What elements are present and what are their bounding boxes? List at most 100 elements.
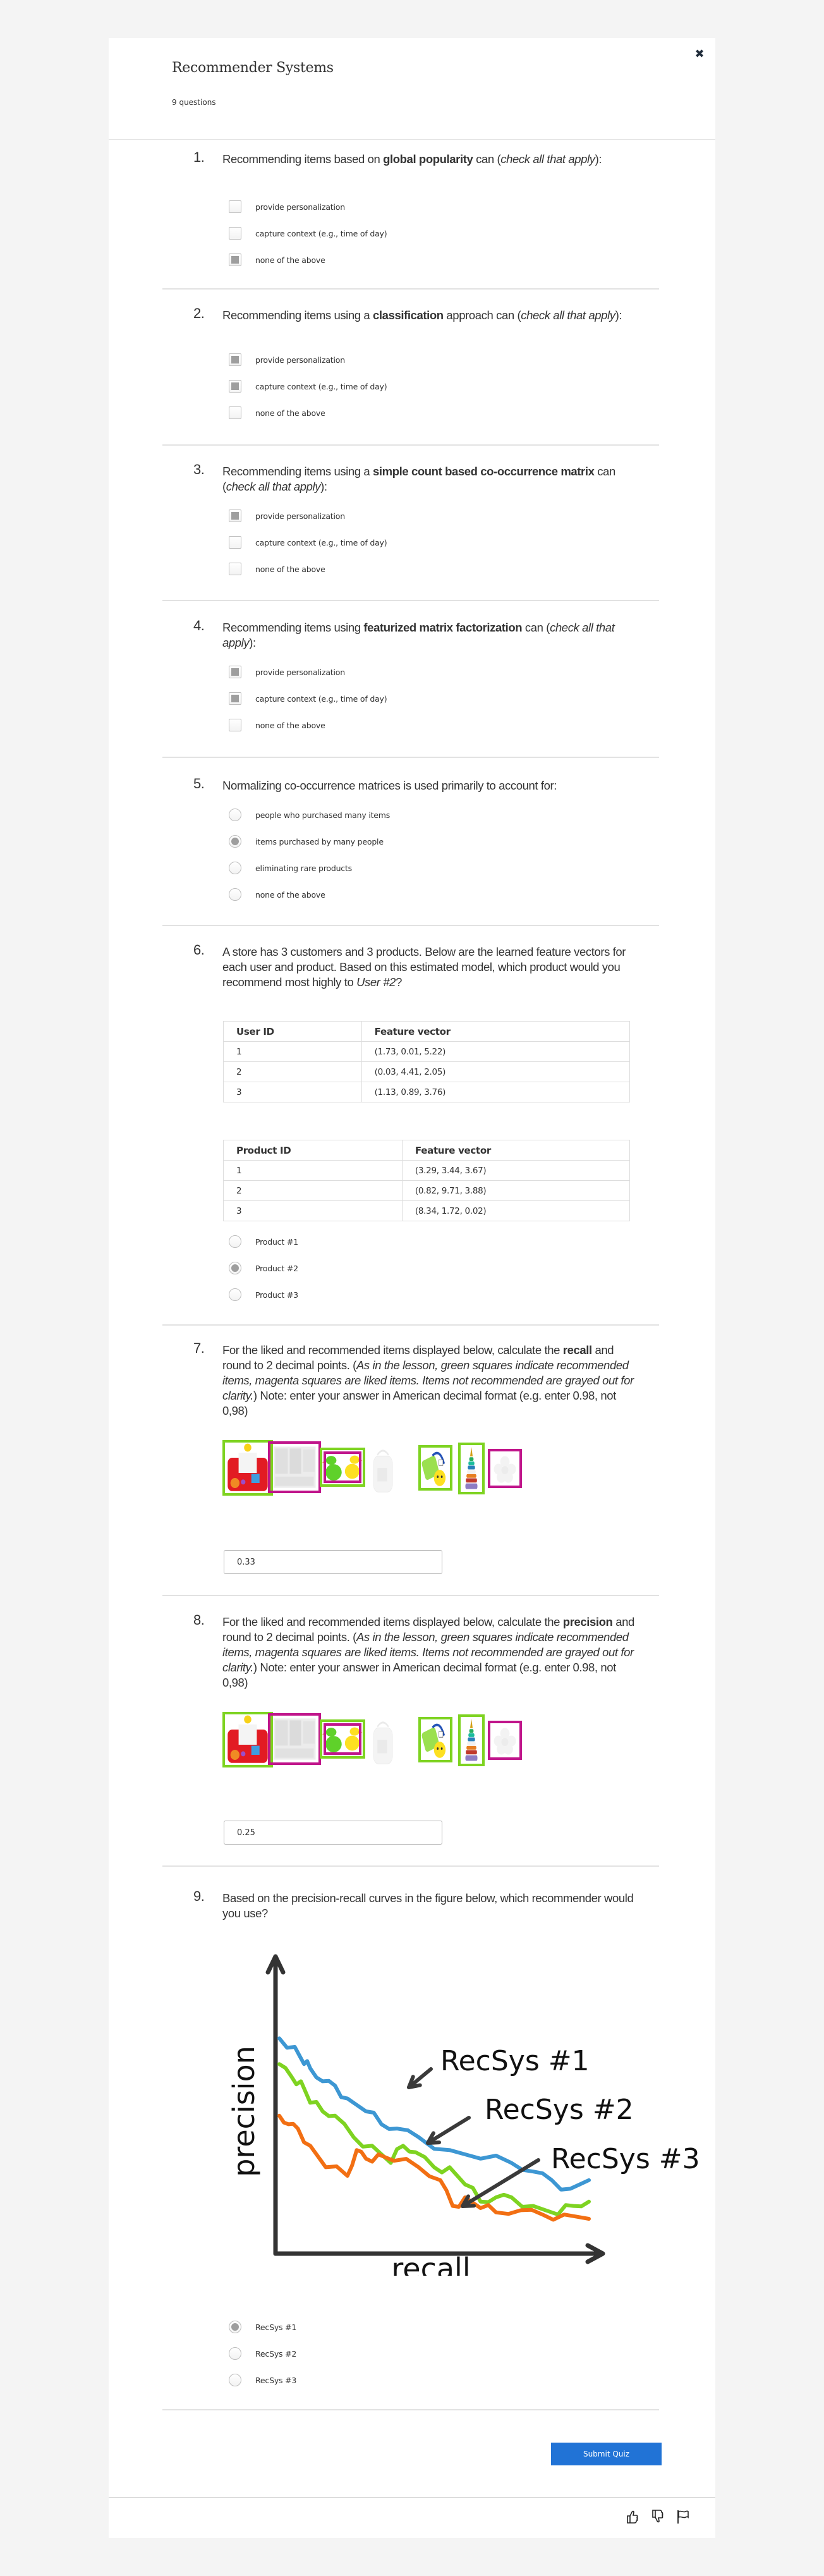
radio-button[interactable] bbox=[229, 809, 241, 821]
submit-quiz-button[interactable]: Submit Quiz bbox=[551, 2443, 662, 2465]
checkbox-option[interactable]: capture context (e.g., time of day) bbox=[227, 535, 387, 550]
checkbox-option[interactable]: none of the above bbox=[227, 252, 325, 267]
table-cell: 2 bbox=[223, 1061, 362, 1082]
radio-option[interactable]: Product #3 bbox=[227, 1287, 298, 1302]
question-text-part: ) Note: enter your answer in American de… bbox=[222, 1661, 616, 1689]
radio-option[interactable]: eliminating rare products bbox=[227, 860, 352, 876]
stacking-rings-image bbox=[465, 1446, 478, 1489]
checkbox-option[interactable]: capture context (e.g., time of day) bbox=[227, 691, 387, 706]
baby-photo-book-thumbnail bbox=[369, 1446, 397, 1494]
checkbox[interactable] bbox=[229, 536, 241, 549]
checkbox[interactable] bbox=[229, 227, 241, 240]
question-text-part: Based on the precision-recall curves in … bbox=[222, 1891, 634, 1920]
option-label: provide personalization bbox=[255, 511, 345, 521]
option-label: none of the above bbox=[255, 255, 325, 265]
checkbox-option[interactable]: provide personalization bbox=[227, 508, 345, 523]
radio-option[interactable]: RecSys #1 bbox=[227, 2319, 296, 2335]
question-number: 7. bbox=[193, 1340, 205, 1356]
question-text-part: Recommending items using bbox=[222, 621, 364, 634]
rubber-ducks-thumbnail bbox=[320, 1448, 365, 1487]
question-text: For the liked and recommended items disp… bbox=[222, 1343, 634, 1419]
table-row: 2 (0.82, 9.71, 3.88) bbox=[223, 1180, 631, 1201]
question-divider bbox=[162, 925, 659, 926]
answer-input[interactable] bbox=[224, 1821, 442, 1845]
caterpillar-toy-image bbox=[421, 1451, 446, 1486]
option-label: none of the above bbox=[255, 408, 325, 418]
radio-button[interactable] bbox=[229, 1262, 241, 1274]
question-keyword: recall bbox=[562, 1343, 592, 1357]
checkbox-option[interactable]: provide personalization bbox=[227, 352, 345, 367]
checkbox-option[interactable]: capture context (e.g., time of day) bbox=[227, 226, 387, 241]
radio-option[interactable]: people who purchased many items bbox=[227, 807, 390, 822]
flower-teether-image bbox=[494, 1456, 516, 1483]
question-text-part: ) Note: enter your answer in American de… bbox=[222, 1389, 616, 1417]
close-icon[interactable]: ✖ bbox=[693, 48, 706, 61]
question-text-part: Normalizing co-occurrence matrices is us… bbox=[222, 779, 557, 792]
checkbox-option[interactable]: provide personalization bbox=[227, 199, 345, 214]
radio-button[interactable] bbox=[229, 2374, 241, 2386]
question-text: Recommending items using a classificatio… bbox=[222, 308, 634, 323]
radio-option[interactable]: none of the above bbox=[227, 887, 325, 902]
radio-option[interactable]: Product #2 bbox=[227, 1261, 298, 1276]
question-text: Recommending items using a simple count … bbox=[222, 464, 634, 494]
radio-button[interactable] bbox=[229, 835, 241, 848]
table-cell: (1.13, 0.89, 3.76) bbox=[361, 1082, 631, 1102]
question-number: 5. bbox=[193, 776, 205, 791]
checkbox-option[interactable]: none of the above bbox=[227, 717, 325, 733]
radio-option[interactable]: RecSys #3 bbox=[227, 2372, 296, 2388]
checkbox[interactable] bbox=[229, 719, 241, 731]
checkbox[interactable] bbox=[229, 666, 241, 678]
radio-button[interactable] bbox=[229, 1235, 241, 1248]
question-divider bbox=[162, 600, 659, 601]
question-keyword: global popularity bbox=[383, 152, 473, 166]
question-text-part: ): bbox=[249, 636, 256, 649]
question-text: A store has 3 customers and 3 products. … bbox=[222, 944, 634, 990]
question-divider bbox=[162, 288, 659, 290]
question-number: 9. bbox=[193, 1888, 205, 1904]
table-cell: (0.82, 9.71, 3.88) bbox=[401, 1180, 631, 1201]
question-number: 2. bbox=[193, 305, 205, 321]
baby-photo-book-image bbox=[373, 1721, 393, 1764]
radio-button[interactable] bbox=[229, 862, 241, 874]
answer-input[interactable] bbox=[224, 1550, 442, 1574]
checkbox[interactable] bbox=[229, 353, 241, 366]
option-label: none of the above bbox=[255, 564, 325, 574]
radio-button[interactable] bbox=[229, 2321, 241, 2333]
table-cell: 3 bbox=[223, 1200, 403, 1221]
checkbox[interactable] bbox=[229, 692, 241, 705]
radio-button[interactable] bbox=[229, 888, 241, 901]
option-label: Product #2 bbox=[255, 1263, 298, 1273]
radio-option[interactable]: RecSys #2 bbox=[227, 2346, 296, 2361]
radio-button[interactable] bbox=[229, 1288, 241, 1301]
checkbox[interactable] bbox=[229, 253, 241, 266]
table-cell: 2 bbox=[223, 1180, 403, 1201]
question-keyword: classification bbox=[373, 308, 444, 322]
checkbox-option[interactable]: provide personalization bbox=[227, 664, 345, 680]
checkbox[interactable] bbox=[229, 563, 241, 575]
checkbox-option[interactable]: none of the above bbox=[227, 405, 325, 420]
flag-icon[interactable] bbox=[676, 2508, 690, 2525]
option-label: capture context (e.g., time of day) bbox=[255, 537, 387, 547]
radio-option[interactable]: items purchased by many people bbox=[227, 834, 384, 849]
checkbox[interactable] bbox=[229, 406, 241, 419]
question-divider bbox=[162, 2409, 659, 2410]
checkbox-option[interactable]: none of the above bbox=[227, 561, 325, 577]
checkbox[interactable] bbox=[229, 200, 241, 213]
item-thumbnails bbox=[222, 1707, 526, 1776]
checkbox[interactable] bbox=[229, 510, 241, 522]
checkbox-option[interactable]: capture context (e.g., time of day) bbox=[227, 379, 387, 394]
table-row: 1 (3.29, 3.44, 3.67) bbox=[223, 1160, 631, 1181]
option-label: capture context (e.g., time of day) bbox=[255, 381, 387, 391]
option-label: capture context (e.g., time of day) bbox=[255, 693, 387, 704]
thumbs-down-icon[interactable] bbox=[651, 2508, 665, 2525]
radio-option[interactable]: Product #1 bbox=[227, 1234, 298, 1249]
table-header-cell: Feature vector bbox=[361, 1021, 631, 1042]
annotation-label-1: RecSys #1 bbox=[440, 2045, 590, 2077]
dr-seuss-books-image bbox=[273, 1718, 316, 1760]
checkbox[interactable] bbox=[229, 380, 241, 393]
table-row: 2 (0.03, 4.41, 2.05) bbox=[223, 1061, 631, 1082]
option-label: none of the above bbox=[255, 889, 325, 900]
radio-button[interactable] bbox=[229, 2347, 241, 2360]
y-axis-label: precision bbox=[227, 2046, 261, 2177]
thumbs-up-icon[interactable] bbox=[626, 2508, 639, 2525]
